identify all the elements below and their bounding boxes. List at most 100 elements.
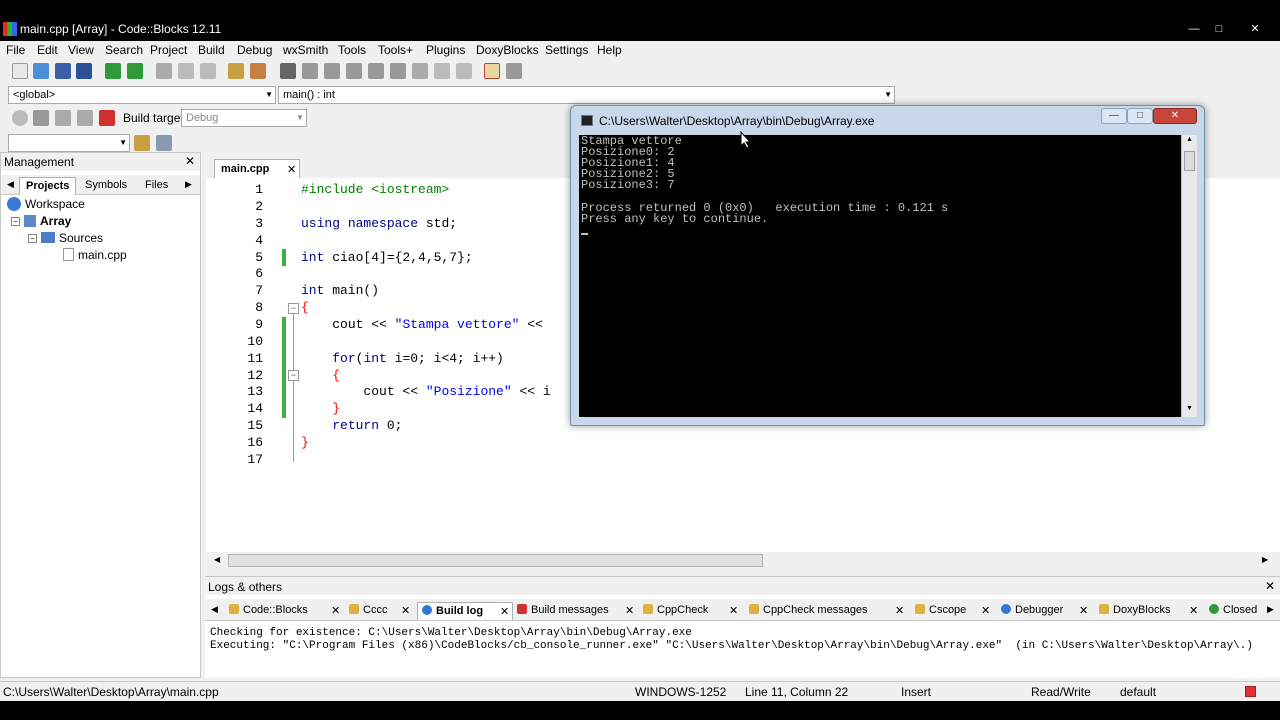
- scroll-down-icon[interactable]: ▼: [1186, 405, 1193, 412]
- stop-debug-icon[interactable]: [456, 63, 472, 79]
- log-tab-build-log[interactable]: Build log ✕: [417, 602, 513, 620]
- tab-scroll-left-icon[interactable]: ◀: [7, 179, 14, 190]
- tab-files[interactable]: Files: [139, 177, 174, 195]
- menu-settings[interactable]: Settings: [545, 43, 588, 57]
- abort-icon[interactable]: [99, 110, 115, 126]
- menu-tools-plus[interactable]: Tools+: [378, 43, 413, 57]
- log-tab-build-messages[interactable]: Build messages ✕: [513, 602, 639, 620]
- debug-info-icon[interactable]: [506, 63, 522, 79]
- tree-folder-sources[interactable]: − Sources: [28, 231, 103, 245]
- log-tab-cppcheck-messages[interactable]: CppCheck messages ✕: [745, 602, 911, 620]
- menu-build[interactable]: Build: [198, 43, 225, 57]
- log-tab-close-icon[interactable]: ✕: [625, 604, 634, 617]
- menu-plugins[interactable]: Plugins: [426, 43, 465, 57]
- menu-help[interactable]: Help: [597, 43, 622, 57]
- search-icon[interactable]: [156, 135, 172, 151]
- editor-horizontal-scrollbar[interactable]: ◀ ▶: [206, 552, 1280, 570]
- debug-step-out-icon[interactable]: [368, 63, 384, 79]
- logs-tab-scroll-left-icon[interactable]: ◀: [211, 604, 218, 615]
- menu-tools[interactable]: Tools: [338, 43, 366, 57]
- management-close-button[interactable]: ✕: [185, 154, 195, 168]
- log-tab-closed[interactable]: Closed: [1205, 602, 1267, 620]
- scrollbar-thumb[interactable]: [228, 554, 763, 567]
- debug-step-icon[interactable]: [302, 63, 318, 79]
- menu-debug[interactable]: Debug: [237, 43, 272, 57]
- console-output[interactable]: Stampa vettore Posizione0: 2 Posizione1:…: [579, 135, 1181, 417]
- redo-icon[interactable]: [127, 63, 143, 79]
- log-tab-close-icon[interactable]: ✕: [981, 604, 990, 617]
- console-vertical-scrollbar[interactable]: ▲ ▼: [1181, 135, 1197, 417]
- debug-step-into-icon[interactable]: [346, 63, 362, 79]
- pause-icon[interactable]: [434, 63, 450, 79]
- log-tab-close-icon[interactable]: ✕: [1189, 604, 1198, 617]
- menu-project[interactable]: Project: [150, 43, 187, 57]
- menu-file[interactable]: File: [6, 43, 25, 57]
- debug-windows-icon[interactable]: [484, 63, 500, 79]
- logs-close-button[interactable]: ✕: [1265, 579, 1275, 593]
- cut-icon[interactable]: [156, 63, 172, 79]
- save-all-icon[interactable]: [76, 63, 92, 79]
- debug-next-instruction-icon[interactable]: [390, 63, 406, 79]
- editor-tab-main-cpp[interactable]: main.cpp ✕: [214, 159, 300, 178]
- scroll-right-icon[interactable]: ▶: [1262, 555, 1268, 564]
- log-tab-close-icon[interactable]: ✕: [895, 604, 904, 617]
- menu-wxsmith[interactable]: wxSmith: [283, 43, 328, 57]
- log-tab-cppcheck[interactable]: CppCheck ✕: [639, 602, 745, 620]
- close-button[interactable]: ✕: [1245, 22, 1265, 36]
- menu-edit[interactable]: Edit: [37, 43, 58, 57]
- log-tab-close-icon[interactable]: ✕: [729, 604, 738, 617]
- find-icon[interactable]: [228, 63, 244, 79]
- scroll-up-icon[interactable]: ▲: [1186, 136, 1193, 143]
- collapse-icon[interactable]: −: [28, 234, 37, 243]
- fold-toggle-icon[interactable]: −: [288, 303, 299, 314]
- fold-toggle-icon[interactable]: −: [288, 370, 299, 381]
- build-target-combo[interactable]: Debug ▼: [181, 109, 307, 127]
- log-tab-close-icon[interactable]: ✕: [1079, 604, 1088, 617]
- run-icon[interactable]: [280, 63, 296, 79]
- scroll-left-icon[interactable]: ◀: [214, 555, 220, 564]
- menu-doxyblocks[interactable]: DoxyBlocks: [476, 43, 539, 57]
- collapse-icon[interactable]: −: [11, 217, 20, 226]
- menu-view[interactable]: View: [68, 43, 94, 57]
- console-window[interactable]: C:\Users\Walter\Desktop\Array\bin\Debug\…: [570, 105, 1205, 426]
- new-file-icon[interactable]: [12, 63, 28, 79]
- open-folder-icon[interactable]: [33, 63, 49, 79]
- run-icon[interactable]: [33, 110, 49, 126]
- debug-step-instruction-icon[interactable]: [412, 63, 428, 79]
- log-tab-doxyblocks[interactable]: DoxyBlocks ✕: [1095, 602, 1205, 620]
- tree-project-array[interactable]: − Array: [11, 214, 71, 228]
- log-tab-close-icon[interactable]: ✕: [401, 604, 410, 617]
- tab-scroll-right-icon[interactable]: ▶: [185, 179, 192, 190]
- search-options-icon[interactable]: [134, 135, 150, 151]
- maximize-button[interactable]: □: [1209, 22, 1229, 36]
- menu-search[interactable]: Search: [105, 43, 143, 57]
- console-minimize-button[interactable]: —: [1101, 108, 1127, 124]
- console-close-button[interactable]: ✕: [1153, 108, 1197, 124]
- log-tab-cscope[interactable]: Cscope ✕: [911, 602, 997, 620]
- log-tab-cccc[interactable]: Cccc ✕: [345, 602, 417, 620]
- editor-tab-close-icon[interactable]: ✕: [287, 163, 296, 176]
- paste-icon[interactable]: [200, 63, 216, 79]
- copy-icon[interactable]: [178, 63, 194, 79]
- logs-tab-scroll-right-icon[interactable]: ▶: [1267, 604, 1274, 615]
- undo-icon[interactable]: [105, 63, 121, 79]
- tab-projects[interactable]: Projects: [19, 177, 77, 195]
- log-tab-codeblocks[interactable]: Code::Blocks ✕: [225, 602, 345, 620]
- tree-workspace[interactable]: Workspace: [7, 197, 85, 211]
- log-tab-debugger[interactable]: Debugger ✕: [997, 602, 1095, 620]
- log-tab-close-icon[interactable]: ✕: [500, 605, 509, 618]
- log-tab-close-icon[interactable]: ✕: [331, 604, 340, 617]
- tab-symbols[interactable]: Symbols: [79, 177, 133, 195]
- save-icon[interactable]: [55, 63, 71, 79]
- minimize-button[interactable]: —: [1184, 22, 1204, 36]
- rebuild-icon[interactable]: [77, 110, 93, 126]
- build-and-run-icon[interactable]: [55, 110, 71, 126]
- replace-icon[interactable]: [250, 63, 266, 79]
- function-combo[interactable]: main() : int ▼: [278, 86, 895, 104]
- debug-next-icon[interactable]: [324, 63, 340, 79]
- scope-combo[interactable]: <global> ▼: [8, 86, 276, 104]
- search-combo[interactable]: ▼: [8, 134, 130, 152]
- scrollbar-thumb[interactable]: [1184, 151, 1195, 171]
- tree-file-main[interactable]: main.cpp: [63, 248, 127, 262]
- build-gear-icon[interactable]: [12, 110, 28, 126]
